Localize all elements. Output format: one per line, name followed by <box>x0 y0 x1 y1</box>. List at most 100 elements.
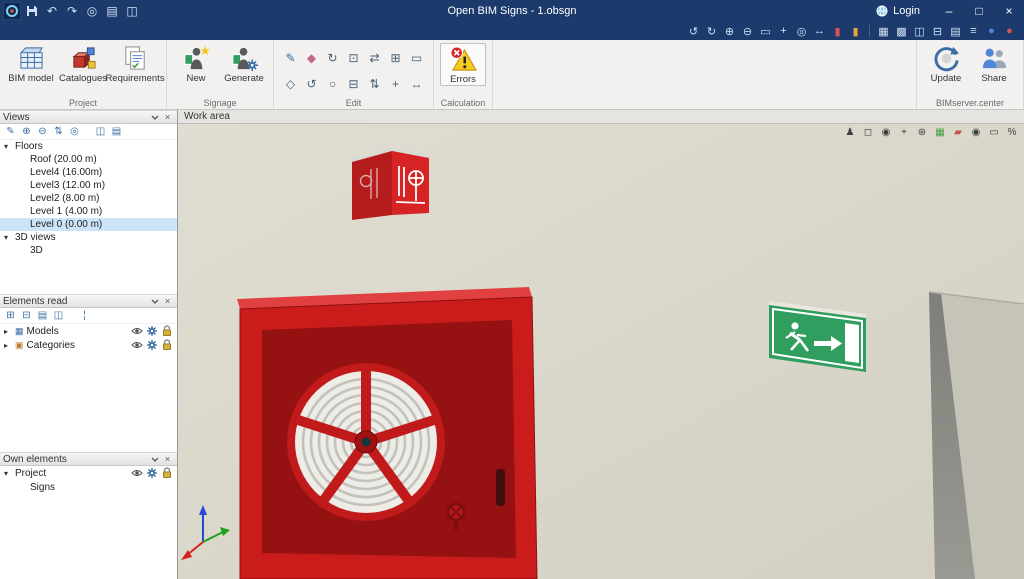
split-vertical-icon[interactable]: ⊟ <box>929 23 946 39</box>
tree-item-project[interactable]: ▾ Project <box>0 466 177 480</box>
target-icon[interactable]: ◉ <box>878 125 894 139</box>
array-icon[interactable]: ⊞ <box>390 51 400 65</box>
align-icon[interactable]: ⇅ <box>369 77 379 91</box>
generate-signs-button[interactable]: Generate <box>221 43 267 84</box>
catalogues-button[interactable]: Catalogues <box>58 43 108 84</box>
eye-icon[interactable] <box>131 325 143 337</box>
eye-icon[interactable] <box>131 467 143 479</box>
undo-icon[interactable]: ↶ <box>42 2 62 20</box>
close-button[interactable]: × <box>994 1 1024 21</box>
pan-hand-icon[interactable]: + <box>896 125 912 139</box>
tree-item-signs[interactable]: Signs <box>0 480 177 494</box>
elements-read-collapse-button[interactable] <box>148 299 161 304</box>
pan-icon[interactable]: + <box>775 23 792 39</box>
zoom-all-icon[interactable]: ↔ <box>811 23 828 39</box>
requirements-button[interactable]: Requirements <box>110 43 160 84</box>
gear-icon[interactable] <box>146 467 158 479</box>
new-sign-button[interactable]: New <box>173 43 219 84</box>
fire-extinguisher-sign[interactable] <box>352 148 429 220</box>
tree-item-3d[interactable]: 3D <box>0 244 177 257</box>
crop-icon[interactable]: ▭ <box>411 51 422 65</box>
symmetry-icon[interactable]: ⇄ <box>369 51 379 65</box>
tile-windows-icon[interactable]: ▤ <box>109 125 124 139</box>
erase-icon[interactable]: ◆ <box>307 51 316 65</box>
expand-all-icon[interactable]: ⊞ <box>3 309 18 323</box>
layers-icon[interactable]: ▤ <box>947 23 964 39</box>
3d-viewport[interactable]: ♟ ◻ ◉ + ⊛ ▦ ▰ ◉ ▭ % <box>178 124 1024 579</box>
app-logo-icon[interactable] <box>2 1 22 21</box>
share-button[interactable]: Share <box>971 43 1017 84</box>
rotate-left-icon[interactable]: ↺ <box>306 77 316 91</box>
tab-work-area[interactable]: Work area <box>184 111 230 122</box>
tree-item-level3[interactable]: Level3 (12.00 m) <box>0 179 177 192</box>
measure-icon[interactable]: ↔ <box>411 77 423 91</box>
expand-arrow-icon[interactable]: ▾ <box>4 469 12 478</box>
view-add-icon[interactable]: ⊕ <box>19 125 34 139</box>
table-green-icon[interactable]: ▦ <box>932 125 948 139</box>
collapse-arrow-icon[interactable]: ▸ <box>4 341 12 350</box>
maximize-button[interactable]: □ <box>964 1 994 21</box>
expand-arrow-icon[interactable]: ▾ <box>4 142 12 151</box>
render-blue-icon[interactable]: ● <box>983 23 1000 39</box>
lock-icon[interactable] <box>161 467 173 479</box>
monitor-icon[interactable]: ▭ <box>986 125 1002 139</box>
bim-model-button[interactable]: BIM model <box>6 43 56 84</box>
errors-button[interactable]: Errors <box>440 43 486 86</box>
views-close-button[interactable]: × <box>161 112 174 122</box>
print-icon[interactable]: ▤ <box>102 2 122 20</box>
tree-item-level1[interactable]: Level 1 (4.00 m) <box>0 205 177 218</box>
grid-icon[interactable]: ▦ <box>875 23 892 39</box>
fire-hose-cabinet[interactable] <box>237 287 537 579</box>
tree-item-level2[interactable]: Level2 (8.00 m) <box>0 192 177 205</box>
zoom-previous-icon[interactable]: ◎ <box>793 23 810 39</box>
save-icon[interactable] <box>22 2 42 20</box>
gear-icon[interactable] <box>146 339 158 351</box>
gear-icon[interactable] <box>146 325 158 337</box>
view-delete-icon[interactable]: ⊖ <box>35 125 50 139</box>
zoom-out-icon[interactable]: ⊖ <box>739 23 756 39</box>
collapse-arrow-icon[interactable]: ▸ <box>4 327 12 336</box>
tree-item-categories[interactable]: ▸ ▣ Categories <box>0 338 177 352</box>
lock-icon[interactable] <box>161 339 173 351</box>
circle-icon[interactable]: ○ <box>329 77 336 91</box>
ungroup-icon[interactable]: ⊟ <box>348 77 358 91</box>
box-icon[interactable]: ◻ <box>860 125 876 139</box>
zoom-window-icon[interactable]: ▭ <box>757 23 774 39</box>
view-reorder-icon[interactable]: ⇅ <box>51 125 66 139</box>
object-list-icon[interactable]: ≡ <box>965 23 982 39</box>
copy-icon[interactable]: ⊡ <box>348 51 358 65</box>
elevation-red-icon[interactable]: ▮ <box>829 23 846 39</box>
orbit-right-icon[interactable]: ↻ <box>703 23 720 39</box>
rotate-icon[interactable]: ↻ <box>327 51 337 65</box>
orbit-left-icon[interactable]: ↺ <box>685 23 702 39</box>
layout-icon[interactable]: ◫ <box>122 2 142 20</box>
layers-filter-icon[interactable]: ▤ <box>35 309 50 323</box>
windows-filter-icon[interactable]: ◫ <box>51 309 66 323</box>
view-edit-icon[interactable]: ✎ <box>3 125 18 139</box>
visibility-icon[interactable]: ◉ <box>968 125 984 139</box>
tree-item-3d-views[interactable]: ▾ 3D views <box>0 231 177 244</box>
door-opening[interactable] <box>929 292 1024 579</box>
tree-item-models[interactable]: ▸ ▦ Models <box>0 324 177 338</box>
eye-icon[interactable] <box>131 339 143 351</box>
render-red-icon[interactable]: ● <box>1001 23 1018 39</box>
edit-icon[interactable]: ✎ <box>285 51 295 65</box>
figure-icon[interactable]: ♟ <box>842 125 858 139</box>
own-elements-collapse-button[interactable] <box>148 457 161 462</box>
move-icon[interactable]: + <box>392 77 399 91</box>
vertex-icon[interactable]: ◇ <box>286 77 295 91</box>
elevation-orange-icon[interactable]: ▮ <box>847 23 864 39</box>
minimize-button[interactable]: – <box>934 1 964 21</box>
views-collapse-button[interactable] <box>148 115 161 120</box>
own-elements-close-button[interactable]: × <box>161 454 174 464</box>
zoom-icon[interactable]: ◎ <box>82 2 102 20</box>
settings-icon[interactable]: ⊛ <box>914 125 930 139</box>
duplicate-window-icon[interactable]: ◫ <box>93 125 108 139</box>
split-horizontal-icon[interactable]: ◫ <box>911 23 928 39</box>
tag-red-icon[interactable]: ▰ <box>950 125 966 139</box>
snap-icon[interactable]: ▩ <box>893 23 910 39</box>
tree-item-level4[interactable]: Level4 (16.00m) <box>0 166 177 179</box>
zoom-in-icon[interactable]: ⊕ <box>721 23 738 39</box>
lock-icon[interactable] <box>161 325 173 337</box>
expand-arrow-icon[interactable]: ▾ <box>4 233 12 242</box>
